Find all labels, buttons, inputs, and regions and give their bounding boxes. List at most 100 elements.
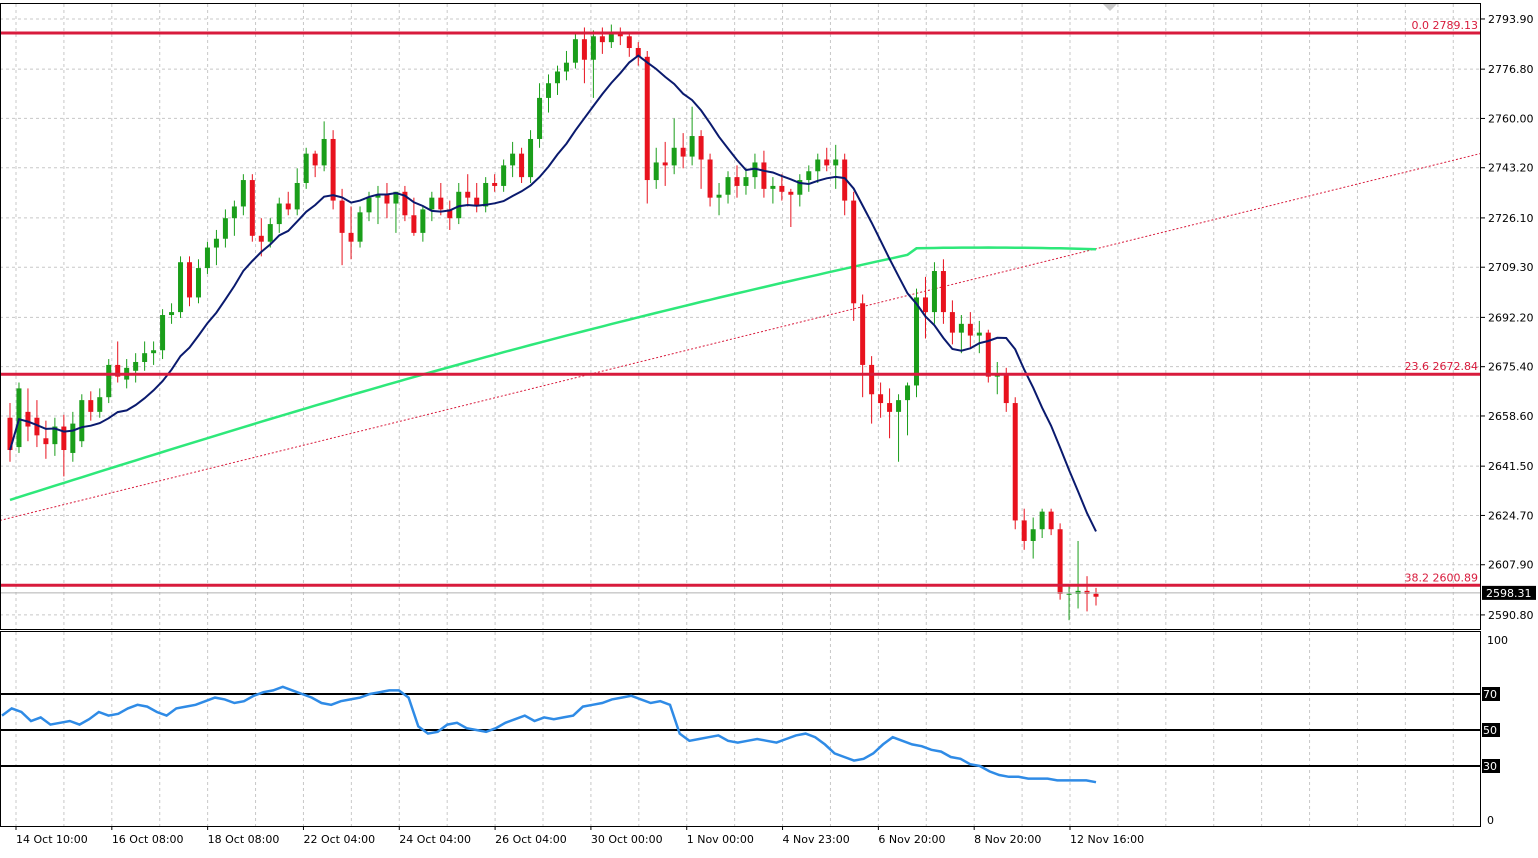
candle-bull	[97, 397, 103, 412]
candle-bull	[429, 197, 435, 210]
candle-bear	[312, 153, 318, 166]
candle-bear	[824, 159, 830, 166]
candles	[7, 24, 1099, 621]
rsi-tick-label: 0	[1487, 814, 1494, 827]
candle-bull	[420, 209, 426, 233]
candle-bull	[483, 182, 489, 207]
time-tick-label: 24 Oct 04:00	[399, 833, 471, 846]
candle-bear	[581, 39, 587, 60]
candle-bear	[626, 36, 632, 49]
candle-bull	[590, 36, 596, 60]
candle-bull	[546, 83, 552, 98]
candle-bear	[680, 147, 686, 157]
candle-bear	[967, 323, 973, 336]
candle-bull	[653, 162, 659, 181]
candle-bear	[43, 438, 49, 445]
candle-bear	[761, 162, 767, 189]
time-tick-label: 26 Oct 04:00	[495, 833, 567, 846]
candle-bear	[25, 411, 31, 427]
price-tick-label: 2726.10	[1488, 212, 1534, 225]
candle-bull	[528, 138, 534, 178]
fib-level-label: 23.6 2672.84	[1405, 360, 1478, 373]
candle-bear	[707, 159, 713, 198]
candle-bear	[339, 200, 345, 233]
price-axis: 2793.90 2776.80 2760.00 2743.20 2726.10 2709.…	[1481, 13, 1536, 827]
candle-bull	[833, 159, 839, 166]
price-tick-label: 2658.60	[1488, 410, 1534, 423]
candle-bear	[887, 403, 893, 412]
candle-bull	[204, 247, 210, 269]
candle-bear	[860, 303, 866, 365]
candle-bull	[151, 350, 157, 354]
candle-bull	[303, 153, 309, 183]
candle-bull	[913, 297, 919, 386]
candle-bear	[922, 297, 928, 313]
time-axis: 14 Oct 10:00 16 Oct 08:00 18 Oct 08:00 22 O…	[15, 826, 1144, 846]
candle-bull	[321, 138, 327, 166]
time-tick-label: 30 Oct 00:00	[591, 833, 663, 846]
candle-bear	[438, 197, 444, 210]
candle-bull	[133, 361, 139, 371]
candle-bull	[357, 212, 363, 242]
candle-bear	[348, 232, 354, 242]
rsi-tick-label: 50	[1483, 724, 1497, 737]
candle-bull	[815, 159, 821, 172]
candle-bull	[537, 97, 543, 139]
candle-bear	[330, 138, 336, 201]
candle-bull	[16, 388, 22, 448]
time-tick-label: 6 Nov 20:00	[878, 833, 945, 846]
price-tick-label: 2793.90	[1488, 13, 1534, 26]
rsi-tick-label: 100	[1487, 634, 1508, 647]
candle-bear	[465, 191, 471, 198]
candle-bull	[563, 62, 569, 72]
fib-level-label: 0.0 2789.13	[1412, 19, 1478, 32]
candle-bull	[178, 262, 184, 313]
candle-bull	[806, 171, 812, 181]
candle-bull	[1030, 529, 1036, 541]
candle-bull	[106, 364, 112, 398]
price-tick-label: 2624.70	[1488, 509, 1534, 522]
candle-bull	[501, 165, 507, 186]
candle-bull	[142, 353, 148, 362]
candle-bull	[554, 71, 560, 84]
candle-bear	[492, 182, 498, 186]
candle-bear	[249, 180, 255, 236]
candle-bull	[1066, 593, 1072, 595]
candle-bull	[572, 39, 578, 63]
candle-bull	[366, 197, 372, 213]
chart-frame	[0, 3, 1481, 827]
candle-bear	[869, 364, 875, 395]
candle-bear	[384, 194, 390, 204]
candle-bull	[160, 315, 166, 351]
trendline	[0, 153, 1481, 521]
candle-bear	[1003, 373, 1009, 404]
candle-bear	[258, 235, 264, 242]
candle-bear	[644, 56, 650, 181]
candle-bear	[599, 36, 605, 43]
time-tick-label: 14 Oct 10:00	[16, 833, 88, 846]
candle-bear	[985, 332, 991, 377]
candle-bull	[671, 147, 677, 166]
candle-bull	[743, 177, 749, 186]
candle-bull	[608, 33, 614, 43]
time-tick-label: 4 Nov 23:00	[783, 833, 850, 846]
candle-bear	[411, 215, 417, 233]
candle-bull	[169, 312, 175, 316]
rsi-tick-label: 30	[1483, 760, 1497, 773]
candle-bear	[878, 394, 884, 404]
candle-bear	[734, 177, 740, 186]
candle-bear	[949, 312, 955, 333]
candle-bull	[689, 136, 695, 157]
grid	[0, 4, 1480, 826]
chart-window: 0.0 2789.13 23.6 2672.84 38.2 2600.89 2793…	[0, 0, 1538, 854]
candle-bull	[267, 224, 273, 242]
candle-bull	[770, 185, 776, 189]
price-tick-label: 2590.80	[1488, 609, 1534, 622]
price-tick-label: 2776.80	[1488, 63, 1534, 76]
candle-bull	[905, 385, 911, 401]
candle-bull	[976, 332, 982, 336]
candle-bear	[851, 200, 857, 304]
candle-bear	[940, 271, 946, 313]
current-price-label: 2598.31	[1486, 587, 1532, 600]
fib-level-label: 38.2 2600.89	[1405, 571, 1478, 584]
